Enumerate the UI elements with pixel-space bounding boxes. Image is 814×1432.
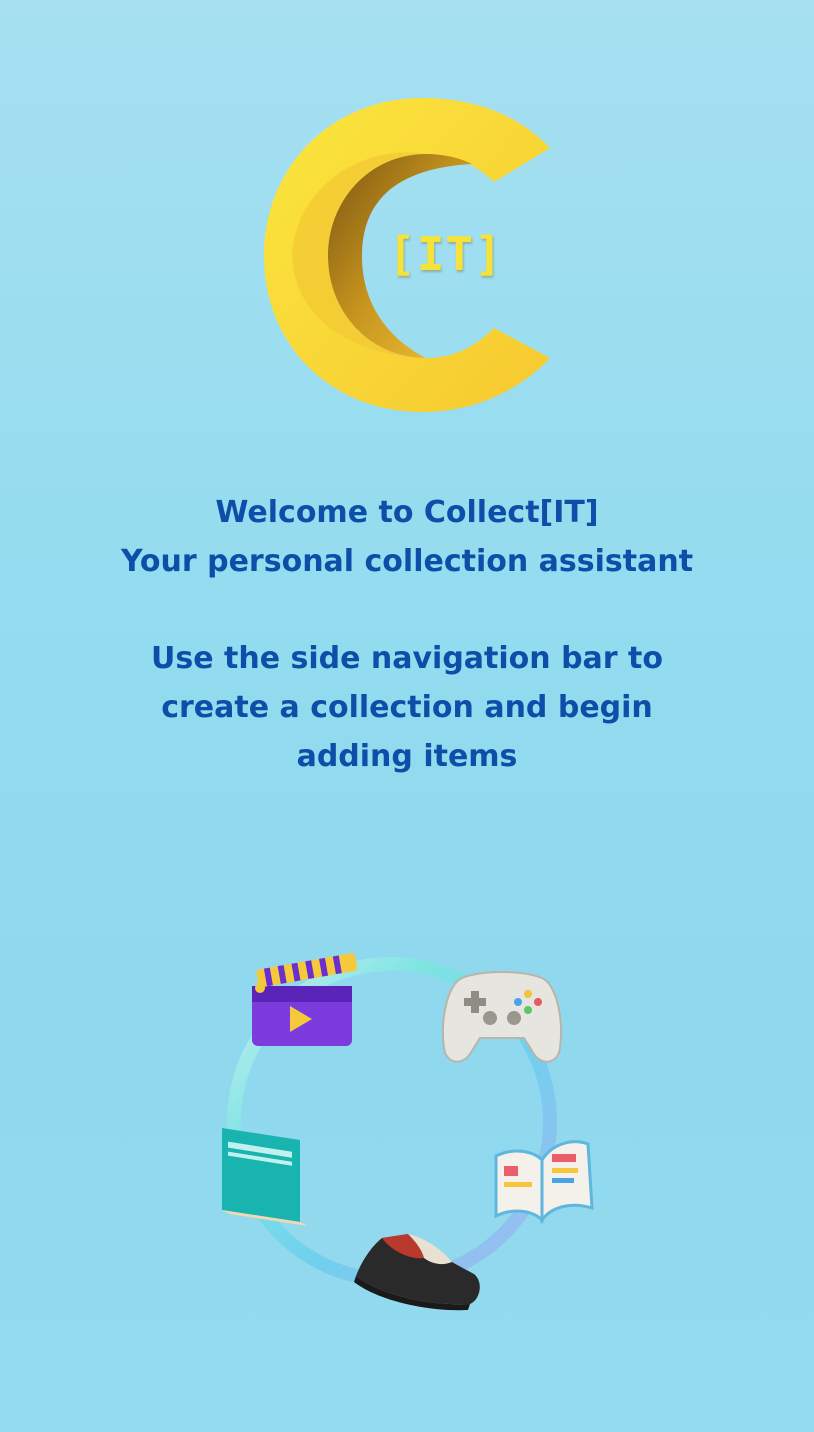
instructions-line-2: create a collection and begin (161, 690, 653, 725)
closed-book-icon (222, 1128, 308, 1226)
game-controller-icon (442, 971, 562, 1063)
welcome-title: Welcome to Collect[IT] (215, 495, 599, 530)
welcome-message: Welcome to Collect[IT] Your personal col… (0, 488, 814, 586)
collection-items-illustration (222, 953, 594, 1311)
clapperboard-icon (252, 953, 358, 1046)
instructions-text: Use the side navigation bar to create a … (0, 634, 814, 781)
instructions-line-3: adding items (296, 739, 518, 774)
instructions-line-1: Use the side navigation bar to (150, 641, 663, 676)
welcome-subtitle: Your personal collection assistant (120, 544, 694, 579)
sneaker-icon (354, 1234, 480, 1311)
logo-wordmark: [IT] (388, 227, 503, 281)
